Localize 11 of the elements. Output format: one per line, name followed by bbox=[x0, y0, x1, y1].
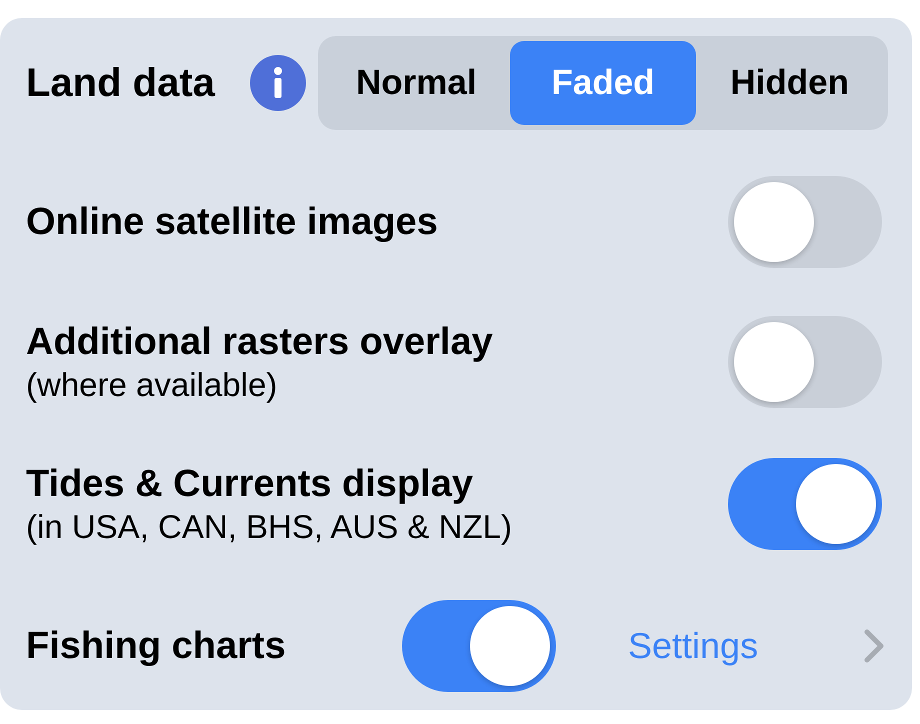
setting-subtitle: (where available) bbox=[26, 365, 278, 405]
setting-title: Additional rasters overlay bbox=[26, 320, 493, 365]
segment-option[interactable]: Normal bbox=[323, 41, 510, 125]
segment-option[interactable]: Faded bbox=[510, 41, 696, 125]
setting-title: Fishing charts bbox=[26, 624, 287, 669]
setting-title: Tides & Currents display bbox=[26, 462, 474, 507]
setting-title: Online satellite images bbox=[26, 200, 438, 245]
land-data-label: Land data bbox=[26, 61, 216, 105]
info-icon[interactable] bbox=[250, 55, 306, 111]
segment-option[interactable]: Hidden bbox=[696, 41, 884, 125]
setting-subtitle: (in USA, CAN, BHS, AUS & NZL) bbox=[26, 507, 512, 547]
